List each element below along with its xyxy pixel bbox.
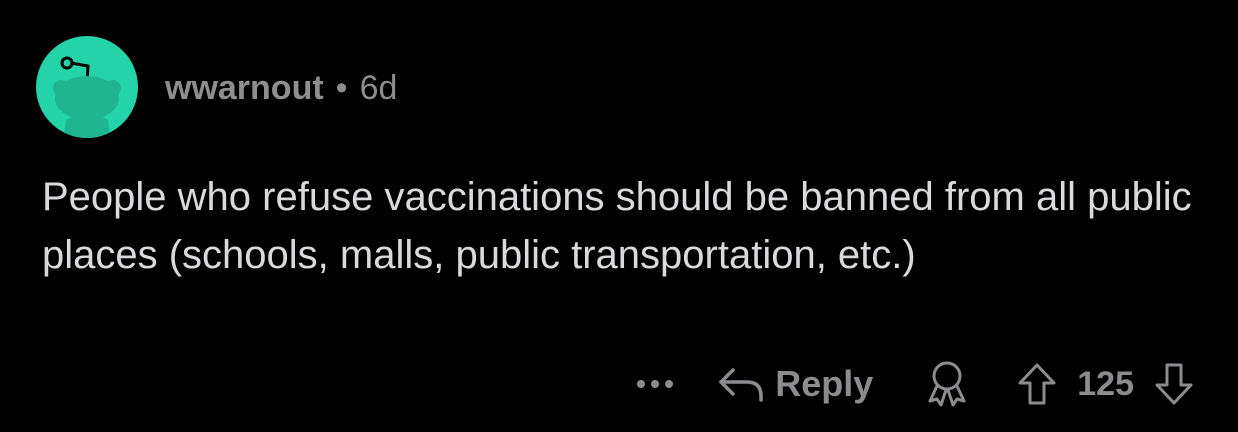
upvote-button[interactable] (1015, 356, 1059, 412)
username-link[interactable]: wwarnout (165, 69, 324, 108)
snoo-avatar-icon (53, 56, 121, 138)
downvote-arrow-icon (1155, 363, 1193, 405)
reply-arrow-icon (719, 368, 763, 402)
award-icon (928, 361, 966, 407)
comment-actions: Reply 125 (625, 356, 1196, 412)
upvote-arrow-icon (1018, 363, 1056, 405)
comment-body: People who refuse vaccinations should be… (42, 175, 1192, 277)
comment-age: 6d (359, 68, 398, 107)
award-button[interactable] (919, 356, 975, 412)
reply-button[interactable]: Reply (717, 363, 873, 405)
meta-separator: • (335, 68, 348, 107)
more-options-button[interactable] (625, 356, 685, 412)
more-options-icon (637, 380, 674, 388)
downvote-button[interactable] (1152, 356, 1196, 412)
avatar[interactable] (36, 36, 138, 138)
reply-label: Reply (775, 363, 874, 404)
comment-meta: wwarnout • 6d (165, 66, 397, 110)
vote-controls: 125 (1015, 356, 1196, 412)
vote-score: 125 (1077, 364, 1134, 403)
